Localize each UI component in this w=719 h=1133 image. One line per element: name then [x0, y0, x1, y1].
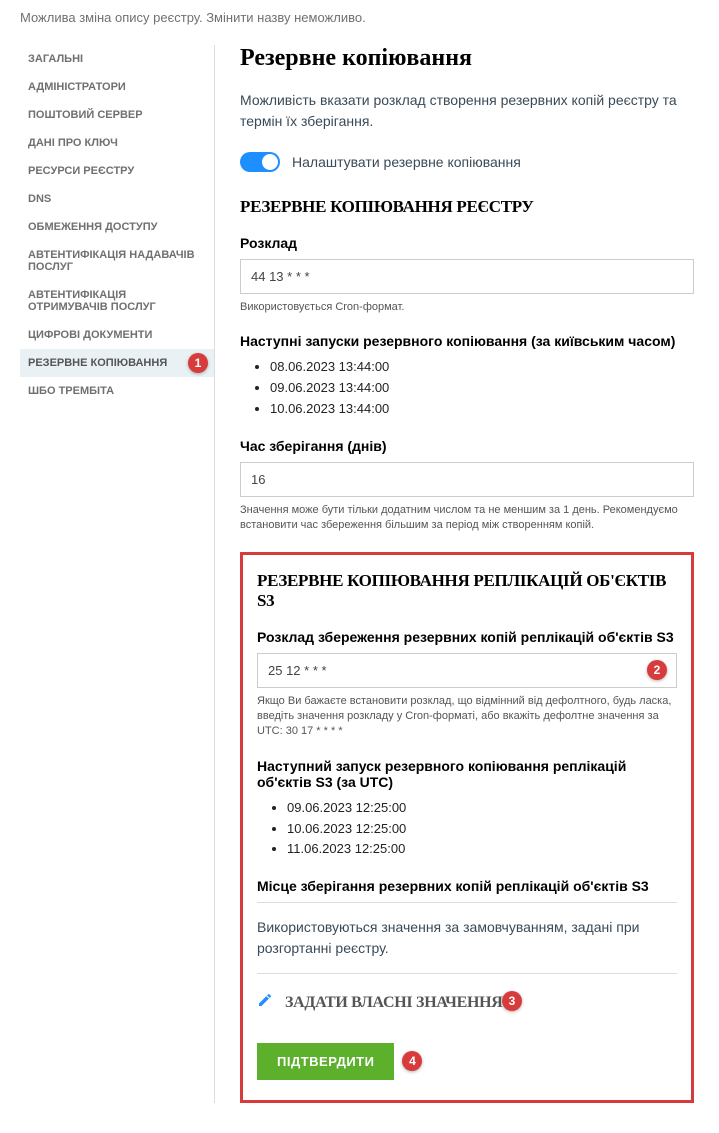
- sidebar-item-digital-docs[interactable]: ЦИФРОВІ ДОКУМЕНТИ: [20, 321, 214, 349]
- sidebar: ЗАГАЛЬНІ АДМІНІСТРАТОРИ ПОШТОВИЙ СЕРВЕР …: [20, 45, 215, 1103]
- sidebar-item-key-data[interactable]: ДАНІ ПРО КЛЮЧ: [20, 129, 214, 157]
- divider: [257, 902, 677, 903]
- s3-storage-label: Місце зберігання резервних копій репліка…: [257, 878, 677, 894]
- list-item: 08.06.2023 13:44:00: [270, 357, 694, 378]
- callout-badge: 3: [502, 991, 522, 1011]
- backup-toggle[interactable]: [240, 152, 280, 172]
- schedule-input[interactable]: [240, 259, 694, 294]
- retention-input[interactable]: [240, 462, 694, 497]
- sidebar-item-auth-providers[interactable]: АВТЕНТИФІКАЦІЯ НАДАВАЧІВ ПОСЛУГ: [20, 241, 214, 281]
- s3-backup-section: РЕЗЕРВНЕ КОПІЮВАННЯ РЕПЛІКАЦІЙ ОБ'ЄКТІВ …: [240, 552, 694, 1104]
- s3-next-runs-list: 09.06.2023 12:25:00 10.06.2023 12:25:00 …: [257, 798, 677, 860]
- list-item: 09.06.2023 13:44:00: [270, 378, 694, 399]
- sidebar-item-label: РЕЗЕРВНЕ КОПІЮВАННЯ: [28, 357, 167, 369]
- sidebar-item-general[interactable]: ЗАГАЛЬНІ: [20, 45, 214, 73]
- list-item: 09.06.2023 12:25:00: [287, 798, 677, 819]
- s3-storage-note: Використовуються значення за замовчуванн…: [257, 917, 677, 974]
- page-description: Можливість вказати розклад створення рез…: [240, 90, 694, 132]
- s3-schedule-label: Розклад збереження резервних копій реплі…: [257, 629, 677, 645]
- schedule-hint: Використовується Cron-формат.: [240, 300, 694, 315]
- next-runs-list: 08.06.2023 13:44:00 09.06.2023 13:44:00 …: [240, 357, 694, 419]
- schedule-label: Розклад: [240, 235, 694, 251]
- list-item: 11.06.2023 12:25:00: [287, 839, 677, 860]
- main-content: Резервне копіювання Можливість вказати р…: [215, 45, 699, 1103]
- section-s3-backup: РЕЗЕРВНЕ КОПІЮВАННЯ РЕПЛІКАЦІЙ ОБ'ЄКТІВ …: [257, 571, 677, 611]
- submit-button[interactable]: ПІДТВЕРДИТИ: [257, 1043, 394, 1080]
- sidebar-item-mail[interactable]: ПОШТОВИЙ СЕРВЕР: [20, 101, 214, 129]
- s3-schedule-input[interactable]: [257, 653, 677, 688]
- page-title: Резервне копіювання: [240, 45, 694, 72]
- sidebar-item-access[interactable]: ОБМЕЖЕННЯ ДОСТУПУ: [20, 213, 214, 241]
- s3-next-runs-label: Наступний запуск резервного копіювання р…: [257, 758, 677, 790]
- sidebar-item-trembita[interactable]: ШБО ТРЕМБІТА: [20, 377, 214, 405]
- pencil-icon: [257, 992, 273, 1013]
- sidebar-item-dns[interactable]: DNS: [20, 185, 214, 213]
- section-registry-backup: РЕЗЕРВНЕ КОПІЮВАННЯ РЕЄСТРУ: [240, 197, 694, 217]
- sidebar-item-admins[interactable]: АДМІНІСТРАТОРИ: [20, 73, 214, 101]
- callout-badge: 1: [188, 353, 208, 373]
- retention-hint: Значення може бути тільки додатним число…: [240, 503, 694, 534]
- top-note: Можлива зміна опису реєстру. Змінити наз…: [20, 10, 699, 25]
- backup-toggle-label: Налаштувати резервне копіювання: [292, 154, 521, 170]
- sidebar-item-resources[interactable]: РЕСУРСИ РЕЄСТРУ: [20, 157, 214, 185]
- list-item: 10.06.2023 13:44:00: [270, 399, 694, 420]
- callout-badge: 4: [402, 1051, 422, 1071]
- sidebar-item-backup[interactable]: РЕЗЕРВНЕ КОПІЮВАННЯ 1: [20, 349, 214, 377]
- s3-schedule-hint: Якщо Ви бажаєте встановити розклад, що в…: [257, 694, 677, 740]
- next-runs-label: Наступні запуски резервного копіювання (…: [240, 333, 694, 349]
- set-custom-values-button[interactable]: ЗАДАТИ ВЛАСНІ ЗНАЧЕННЯ 3: [257, 992, 677, 1013]
- sidebar-item-auth-receivers[interactable]: АВТЕНТИФІКАЦІЯ ОТРИМУВАЧІВ ПОСЛУГ: [20, 281, 214, 321]
- list-item: 10.06.2023 12:25:00: [287, 819, 677, 840]
- retention-label: Час зберігання (днів): [240, 438, 694, 454]
- custom-values-label: ЗАДАТИ ВЛАСНІ ЗНАЧЕННЯ: [285, 994, 503, 1012]
